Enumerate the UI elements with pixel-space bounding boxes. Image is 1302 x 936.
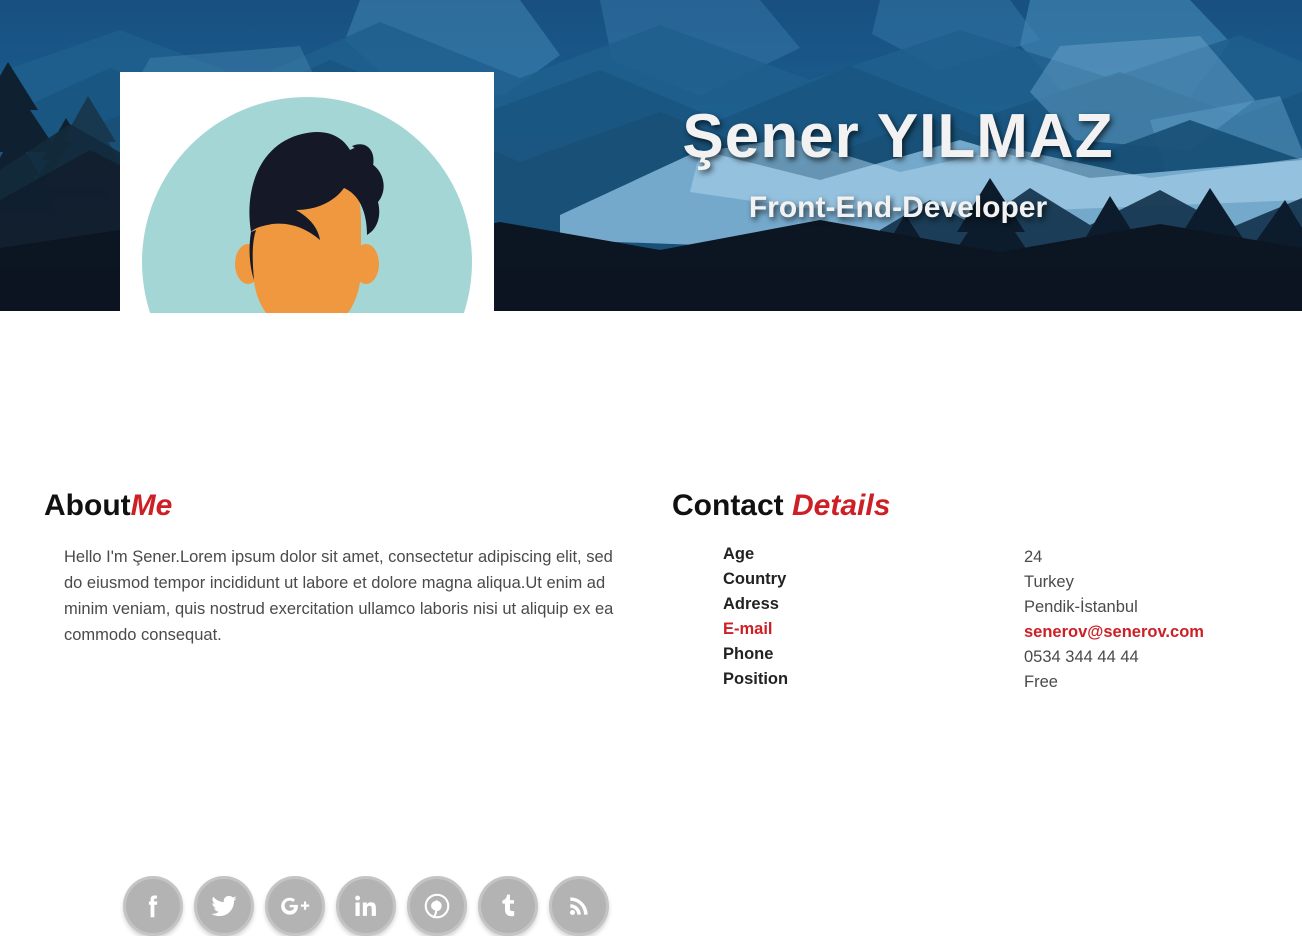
about-heading: AboutMe bbox=[44, 491, 644, 521]
twitter-icon bbox=[211, 895, 237, 917]
social-link-tumblr[interactable] bbox=[478, 876, 538, 936]
social-link-linkedin[interactable] bbox=[336, 876, 396, 936]
contact-label-email: E-mail bbox=[723, 620, 773, 638]
avatar-illustration-icon bbox=[142, 97, 472, 313]
social-links bbox=[123, 876, 609, 936]
rss-icon bbox=[570, 897, 588, 915]
contact-label-column: Age Country Adress E-mail Phone Position bbox=[723, 542, 983, 692]
about-body-text: Hello I'm Şener.Lorem ipsum dolor sit am… bbox=[64, 548, 614, 644]
pinterest-icon bbox=[424, 893, 450, 919]
contact-label-adress: Adress bbox=[723, 595, 779, 613]
social-link-twitter[interactable] bbox=[194, 876, 254, 936]
contact-heading-accent: Details bbox=[792, 489, 891, 522]
linkedin-icon bbox=[355, 895, 376, 916]
contact-heading: Contact Details bbox=[672, 491, 1272, 521]
contact-label-phone: Phone bbox=[723, 645, 774, 663]
contact-value-email[interactable]: senerov@senerov.com bbox=[1024, 620, 1284, 645]
about-heading-primary: About bbox=[44, 489, 131, 522]
social-link-rss[interactable] bbox=[549, 876, 609, 936]
contact-heading-primary: Contact bbox=[672, 489, 792, 522]
about-heading-accent: Me bbox=[130, 489, 173, 522]
social-link-pinterest[interactable] bbox=[407, 876, 467, 936]
tumblr-icon bbox=[502, 894, 515, 917]
contact-value-column: 24 Turkey Pendik-İstanbul senerov@senero… bbox=[1024, 545, 1284, 695]
contact-value-country: Turkey bbox=[1024, 573, 1074, 591]
google-plus-icon bbox=[281, 897, 310, 915]
contact-label-country: Country bbox=[723, 570, 787, 588]
social-link-google-plus[interactable] bbox=[265, 876, 325, 936]
contact-value-adress: Pendik-İstanbul bbox=[1024, 598, 1138, 616]
contact-label-age: Age bbox=[723, 545, 755, 563]
facebook-icon bbox=[148, 895, 158, 918]
contact-section: Contact Details Age Country Adress E-mai… bbox=[672, 491, 1272, 692]
contact-value-position: Free bbox=[1024, 673, 1058, 691]
page-body: AboutMe Hello I'm Şener.Lorem ipsum dolo… bbox=[0, 313, 1302, 936]
social-link-facebook[interactable] bbox=[123, 876, 183, 936]
contact-value-phone: 0534 344 44 44 bbox=[1024, 648, 1139, 666]
profile-header-banner: Şener YILMAZ Front-End-Developer bbox=[0, 0, 1302, 313]
about-section: AboutMe Hello I'm Şener.Lorem ipsum dolo… bbox=[44, 491, 644, 936]
contact-value-age: 24 bbox=[1024, 548, 1043, 566]
contact-label-position: Position bbox=[723, 670, 789, 688]
avatar bbox=[120, 72, 494, 313]
